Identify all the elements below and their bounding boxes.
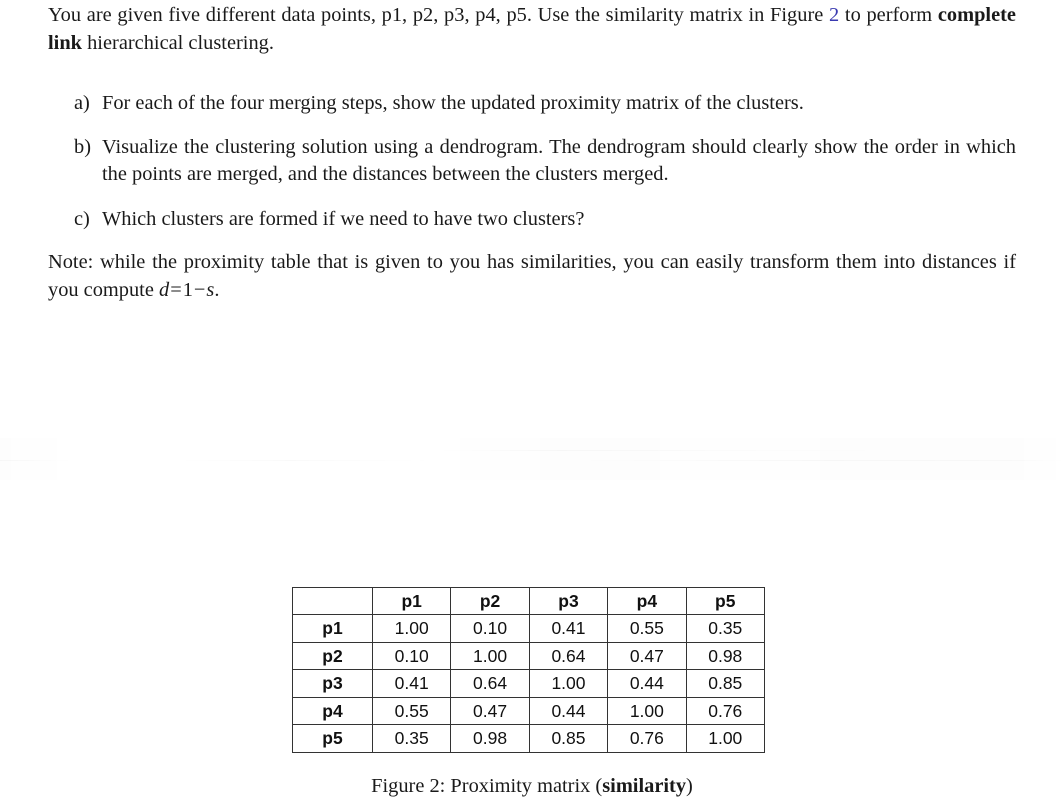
matrix-cell-p2-p1: 0.10: [371, 641, 452, 671]
note-period: .: [214, 278, 220, 301]
math-var-d: d: [159, 278, 170, 301]
table-row: p4 0.55 0.47 0.44 1.00 0.76: [292, 696, 765, 726]
matrix-cell-p2-p5: 0.98: [685, 641, 765, 671]
spacer-after-c: [48, 233, 1016, 249]
matrix-row-header-p3: p3: [292, 669, 373, 698]
matrix-cell-p4-p2: 0.47: [450, 696, 530, 726]
matrix-col-header-p2: p2: [450, 587, 530, 615]
matrix-cell-p5-p2: 0.98: [450, 724, 530, 753]
matrix-cell-p5-p4: 0.76: [607, 724, 687, 753]
intro-text-tail: hierarchical clustering.: [82, 31, 274, 54]
note-paragraph: Note: while the proximity table that is …: [48, 249, 1016, 304]
scan-artifact-line-1: [0, 460, 1064, 461]
matrix-cell-p3-p1: 0.41: [371, 669, 452, 698]
matrix-col-header-p1: p1: [371, 587, 452, 615]
intro-text-before-link: You are given five different data points…: [48, 4, 829, 26]
matrix-cell-p1-p4: 0.55: [607, 614, 687, 643]
matrix-cell-p3-p5: 0.85: [685, 669, 765, 698]
math-minus: −: [193, 278, 206, 301]
question-text-b: Visualize the clustering solution using …: [102, 135, 1016, 186]
matrix-header: p1 p2 p3 p4 p5: [292, 587, 765, 615]
matrix-header-row: p1 p2 p3 p4 p5: [292, 587, 765, 615]
matrix-row-header-p5: p5: [292, 724, 373, 753]
matrix-row-header-p4: p4: [292, 696, 373, 726]
question-marker-b: b): [74, 135, 91, 158]
matrix-cell-p2-p3: 0.64: [528, 641, 609, 671]
matrix-cell-p1-p5: 0.35: [685, 614, 765, 643]
question-item-c: c) Which clusters are formed if we need …: [48, 206, 1016, 234]
spacer-after-a: [48, 118, 1016, 134]
caption-prefix: Figure 2: Proximity matrix (: [371, 775, 603, 797]
question-marker-a: a): [74, 92, 90, 114]
table-row: p5 0.35 0.98 0.85 0.76 1.00: [292, 724, 765, 753]
matrix-cell-p3-p4: 0.44: [607, 669, 687, 698]
problem-statement: You are given five different data points…: [48, 2, 1016, 304]
figure-2-link[interactable]: 2: [829, 4, 839, 26]
matrix-cell-p3-p3: 1.00: [528, 669, 609, 698]
matrix-cell-p4-p3: 0.44: [528, 696, 609, 726]
math-one: 1: [182, 278, 193, 301]
question-item-a: a) For each of the four merging steps, s…: [48, 90, 1016, 118]
matrix-cell-p4-p4: 1.00: [607, 696, 687, 726]
matrix-col-header-p4: p4: [607, 587, 687, 615]
matrix-cell-p2-p2: 1.00: [450, 641, 530, 671]
math-equals: =: [170, 278, 182, 301]
matrix-cell-p5-p3: 0.85: [528, 724, 609, 753]
table-row: p1 1.00 0.10 0.41 0.55 0.35: [292, 614, 765, 643]
matrix-cell-p5-p1: 0.35: [371, 724, 452, 753]
matrix-body: p1 1.00 0.10 0.41 0.55 0.35 p2 0.10 1.00…: [292, 614, 765, 753]
spacer-after-b: [48, 189, 1016, 206]
scan-artifact-band: [0, 438, 1064, 480]
matrix-col-header-p5: p5: [685, 587, 765, 615]
matrix-cell-p2-p4: 0.47: [607, 641, 687, 671]
matrix-col-header-p3: p3: [528, 587, 609, 615]
matrix-cell-p1-p1: 1.00: [371, 614, 452, 643]
caption-suffix: ): [686, 775, 693, 797]
matrix-cell-p4-p5: 0.76: [685, 696, 765, 726]
matrix-cell-p1-p2: 0.10: [450, 614, 530, 643]
question-text-c: Which clusters are formed if we need to …: [102, 207, 585, 230]
scan-artifact-line-2: [440, 450, 920, 451]
question-text-a: For each of the four merging steps, show…: [102, 92, 804, 114]
matrix-cell-p4-p1: 0.55: [371, 696, 452, 726]
proximity-matrix-table: p1 p2 p3 p4 p5 p1 1.00 0.10 0.41 0.55 0.…: [292, 587, 765, 753]
matrix-cell-p3-p2: 0.64: [450, 669, 530, 698]
matrix-row-header-p2: p2: [292, 641, 373, 671]
proximity-matrix-container: p1 p2 p3 p4 p5 p1 1.00 0.10 0.41 0.55 0.…: [292, 587, 765, 753]
table-row: p3 0.41 0.64 1.00 0.44 0.85: [292, 669, 765, 698]
intro-paragraph: You are given five different data points…: [48, 2, 1016, 57]
table-row: p2 0.10 1.00 0.64 0.47 0.98: [292, 641, 765, 671]
figure-caption: Figure 2: Proximity matrix (similarity): [0, 772, 1064, 800]
intro-text-after-link: to perform: [839, 4, 938, 26]
caption-bold-similarity: similarity: [602, 775, 687, 797]
spacer-after-intro: [48, 75, 1016, 90]
document-page: You are given five different data points…: [0, 0, 1064, 810]
matrix-cell-p5-p5: 1.00: [685, 724, 765, 753]
question-item-b: b) Visualize the clustering solution usi…: [48, 134, 1016, 189]
question-marker-c: c): [74, 207, 90, 230]
matrix-corner-cell: [292, 587, 373, 615]
matrix-row-header-p1: p1: [292, 614, 373, 643]
matrix-cell-p1-p3: 0.41: [528, 614, 609, 643]
